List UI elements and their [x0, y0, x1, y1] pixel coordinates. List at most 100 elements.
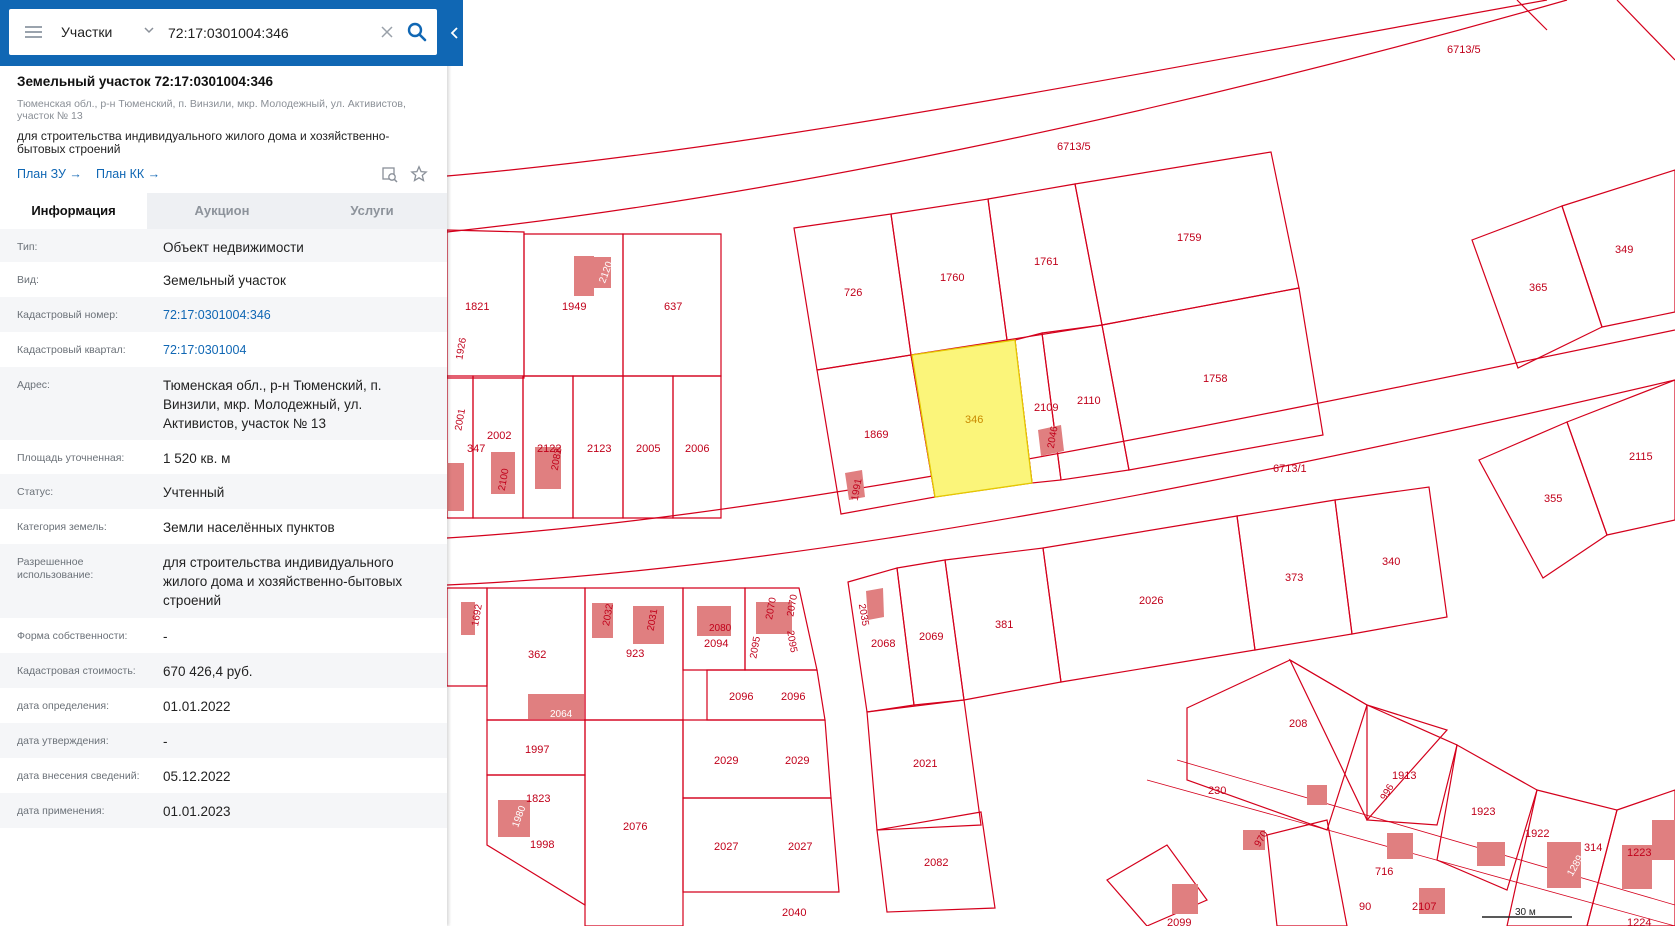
- parcel: [1366, 704, 1458, 826]
- plan-kk-link[interactable]: План КК →: [96, 167, 160, 181]
- info-key: Вид:: [17, 274, 39, 286]
- info-value: -: [163, 734, 168, 749]
- map-label: 2082: [924, 857, 948, 869]
- info-row: Кадастровый номер: 72:17:0301004:346: [0, 297, 447, 332]
- map-label: 2040: [782, 907, 806, 919]
- map-label: 347: [467, 443, 485, 455]
- map-label: 2029: [714, 755, 738, 767]
- info-key: дата применения:: [17, 805, 105, 817]
- scale-label: 30 м: [1515, 907, 1536, 918]
- map-label: 1224: [1627, 917, 1651, 926]
- info-row: Категория земель: Земли населённых пункт…: [0, 509, 447, 544]
- map-label: 2076: [623, 821, 647, 833]
- map-label: 365: [1529, 282, 1547, 294]
- tab-services[interactable]: Услуги: [297, 193, 447, 229]
- map-label: 1869: [864, 429, 888, 441]
- search-icon[interactable]: [407, 22, 427, 42]
- tab-bar: Информация Аукцион Услуги: [0, 193, 447, 229]
- info-key: Площадь уточненная:: [17, 452, 125, 464]
- map-label: 2001: [453, 407, 468, 431]
- cadastral-map[interactable]: 6713/5 6713/5 6713/1 726 1760 1761 1759 …: [447, 0, 1675, 926]
- map-search-icon[interactable]: [381, 166, 399, 184]
- map-label: 2026: [1139, 595, 1163, 607]
- tab-auction[interactable]: Аукцион: [147, 193, 297, 229]
- cadastral-number-link[interactable]: 72:17:0301004:346: [163, 306, 433, 325]
- map-label: 726: [844, 287, 862, 299]
- map-label: 923: [626, 648, 644, 660]
- star-icon[interactable]: [410, 165, 428, 183]
- map-label: 2069: [919, 631, 943, 643]
- building: [1387, 833, 1413, 859]
- map-label: 2123: [587, 443, 611, 455]
- info-value: 05.12.2022: [163, 769, 231, 784]
- info-key: Форма собственности:: [17, 630, 128, 642]
- map-label: 1923: [1471, 806, 1495, 818]
- map-label: 340: [1382, 556, 1400, 568]
- info-key: Категория земель:: [17, 521, 107, 533]
- road-boundary: [447, 0, 1548, 177]
- info-row: дата определения: 01.01.2022: [0, 688, 447, 723]
- map-label: 6713/1: [1273, 463, 1307, 475]
- close-icon[interactable]: [379, 24, 395, 40]
- info-panel: Участки Земельный участок 72:17:0301004:…: [0, 0, 463, 926]
- map-label: 2109: [1034, 402, 1058, 414]
- map-label: 230: [1208, 785, 1226, 797]
- map-label: 2096: [781, 691, 805, 703]
- map-label: 2110: [1077, 395, 1101, 407]
- plan-zu-link[interactable]: План ЗУ →: [17, 167, 82, 181]
- road-boundary: [1516, 0, 1675, 61]
- parcel: [1266, 819, 1348, 926]
- map-label: 2027: [788, 841, 812, 853]
- cadastral-quarter-link[interactable]: 72:17:0301004: [163, 341, 433, 360]
- map-label: 1821: [465, 301, 489, 313]
- search-bar: Участки: [0, 0, 463, 66]
- map-label: 314: [1584, 842, 1602, 854]
- info-table: Тип: Объект недвижимости Вид: Земельный …: [0, 229, 447, 828]
- info-value: 670 426,4 руб.: [163, 664, 253, 679]
- building: [1172, 884, 1198, 914]
- info-value: 01.01.2022: [163, 699, 231, 714]
- map-label: 1997: [525, 744, 549, 756]
- map-label: 1922: [1525, 828, 1549, 840]
- info-value: Учтенный: [163, 485, 225, 500]
- building: [1477, 842, 1505, 866]
- chevron-down-icon[interactable]: [141, 22, 157, 38]
- parcel-title: Земельный участок 72:17:0301004:346: [17, 74, 274, 89]
- info-key: Кадастровый номер:: [17, 309, 119, 321]
- map-label: 2099: [1167, 917, 1191, 926]
- search-input[interactable]: [166, 17, 370, 49]
- map-label: 2095: [784, 630, 799, 654]
- collapse-panel-chevron-icon[interactable]: [447, 20, 463, 46]
- info-row: Статус: Учтенный: [0, 474, 447, 509]
- info-row: Вид: Земельный участок: [0, 262, 447, 297]
- map-label: 716: [1375, 866, 1393, 878]
- info-value: Объект недвижимости: [163, 240, 304, 255]
- selected-parcel-label: 346: [965, 414, 983, 426]
- info-key: Кадастровый квартал:: [17, 344, 126, 356]
- map-label: 2021: [913, 758, 937, 770]
- map-label: 90: [1359, 901, 1371, 913]
- map-label: 6713/5: [1057, 141, 1091, 153]
- map-label: 637: [664, 301, 682, 313]
- layer-select[interactable]: Участки: [61, 9, 112, 55]
- info-key: дата определения:: [17, 700, 110, 712]
- map-label: 1926: [454, 336, 469, 360]
- info-row: дата применения: 01.01.2023: [0, 793, 447, 828]
- menu-icon[interactable]: [25, 26, 42, 38]
- map-label: 996: [1379, 782, 1397, 802]
- map-label: 2064: [550, 709, 573, 720]
- info-value: Земли населённых пунктов: [163, 520, 335, 535]
- info-key: Кадастровая стоимость:: [17, 665, 136, 677]
- building: [574, 256, 594, 296]
- map-label: 1758: [1203, 373, 1227, 385]
- map-label: 2029: [785, 755, 809, 767]
- map-label: 2115: [1629, 451, 1653, 463]
- tab-information[interactable]: Информация: [0, 193, 147, 229]
- info-key: Статус:: [17, 486, 54, 498]
- parcel: [1478, 421, 1608, 579]
- map-label: 2002: [487, 430, 511, 442]
- map-label: 381: [995, 619, 1013, 631]
- info-value: Тюменская обл., р-н Тюменский, п. Винзил…: [163, 378, 382, 431]
- map-canvas[interactable]: 6713/5 6713/5 6713/1 726 1760 1761 1759 …: [447, 0, 1675, 926]
- road-boundary: [447, 0, 1568, 233]
